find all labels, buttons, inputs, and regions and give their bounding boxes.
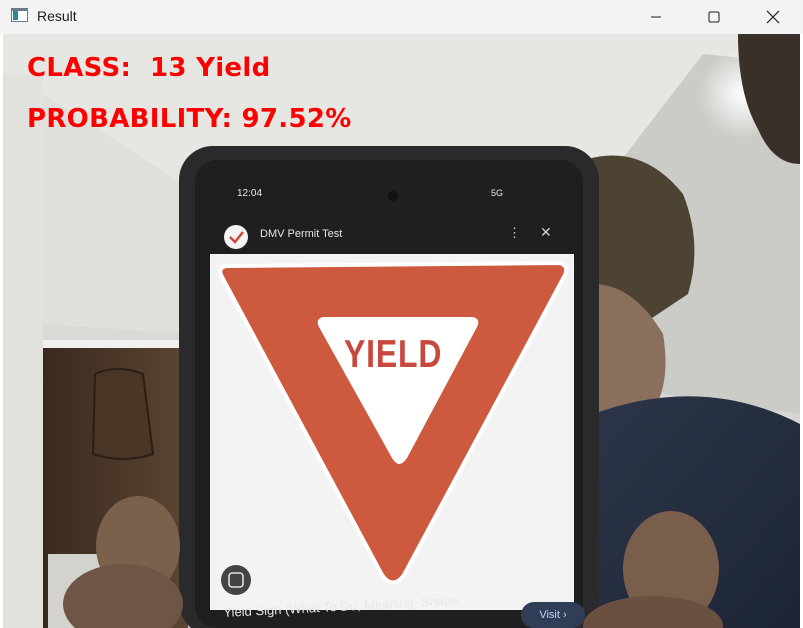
app-logo [224,225,248,249]
lens-button-bg [221,565,251,595]
phone-close-icon: ✕ [540,224,552,240]
wall-edge [3,74,43,628]
class-label: CLASS: 13 Yield [27,53,271,83]
phone-camera [388,191,398,201]
visit-button: Visit › [521,602,585,628]
door-panel [91,368,155,460]
opencv-window-icon [11,8,28,22]
window-title: Result [37,8,77,24]
close-icon [766,10,780,24]
maximize-icon [708,11,720,23]
more-options-icon: ⋮ [508,225,521,240]
yield-sign-text: YIELD [344,333,443,376]
close-button[interactable] [744,0,802,34]
phone-status-time: 12:04 [237,188,263,199]
phone-status-network: 5G [491,188,504,198]
camera-frame: CLASS: 13 Yield PROBABILITY: 97.52% 12:0… [3,34,800,628]
maximize-button[interactable] [685,0,743,34]
door-frame [43,340,193,348]
title-bar: Result [0,0,803,34]
minimize-button[interactable] [627,0,685,34]
minimize-icon [651,16,661,18]
probability-label: PROBABILITY: 97.52% [27,104,352,134]
phone-app-title: DMV Permit Test [260,228,343,240]
